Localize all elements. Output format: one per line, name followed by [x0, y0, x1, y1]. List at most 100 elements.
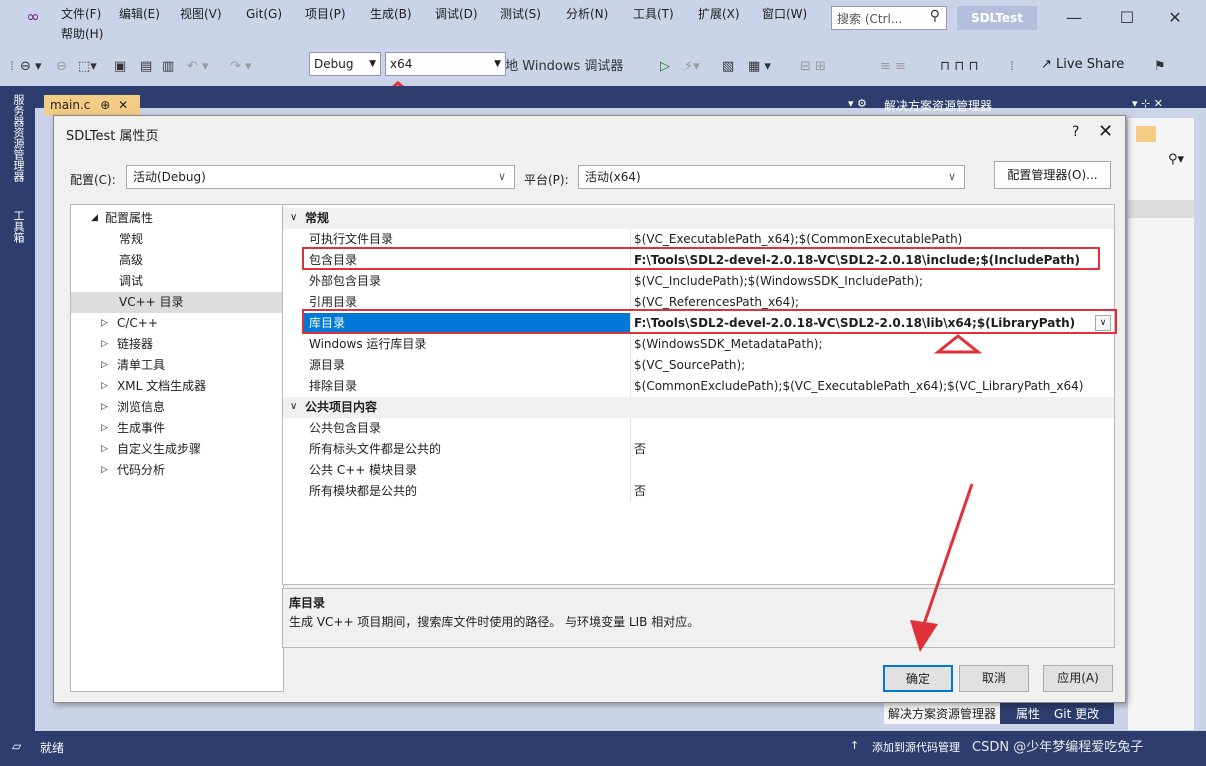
start-without-debug-icon[interactable]: ▷	[660, 59, 670, 75]
tool-icon-a[interactable]: ▧	[722, 59, 734, 75]
menu-build[interactable]: 生成(B)	[370, 6, 412, 22]
undo-icon[interactable]: ↶ ▾	[187, 59, 209, 75]
panel-pin-icon[interactable]: ▾ ⊹ ✕	[1132, 97, 1163, 110]
tree-item-vc-directories[interactable]: VC++ 目录	[71, 292, 283, 313]
prop-key: 公共 C++ 模块目录	[309, 463, 418, 477]
new-project-icon[interactable]: ⬚▾	[78, 59, 97, 75]
prop-key: 排除目录	[309, 379, 358, 393]
config-manager-button[interactable]: 配置管理器(O)...	[994, 161, 1111, 189]
prop-row[interactable]: 源目录 $(VC_SourcePath);	[283, 355, 1114, 376]
bookmark-icon[interactable]: ⊓ ⊓ ⊓	[940, 59, 979, 75]
prop-row[interactable]: 公共 C++ 模块目录	[283, 460, 1114, 481]
tree-item-config-props[interactable]: ◢ 配置属性	[71, 208, 283, 229]
menu-help[interactable]: 帮助(H)	[61, 26, 103, 42]
tree-item-advanced[interactable]: 高级	[71, 250, 283, 271]
toolbar: ⁞ ⊖ ▾ ⊖ ⬚▾ ▣ ▤ ▥ ↶ ▾ ↷ ▾ ▶ 本地 Windows 调试…	[0, 46, 1206, 86]
comment-icon[interactable]: ≡ ≡	[880, 59, 906, 75]
tree-item-debugging[interactable]: 调试	[71, 271, 283, 292]
tree-item-c-cpp[interactable]: ▷ C/C++	[71, 313, 283, 334]
prop-row[interactable]: 排除目录 $(CommonExcludePath);$(VC_Executable…	[283, 376, 1114, 397]
menu-debug[interactable]: 调试(D)	[435, 6, 478, 22]
tree-item-custom-build[interactable]: ▷ 自定义生成步骤	[71, 439, 283, 460]
tree-item-manifest[interactable]: ▷ 清单工具	[71, 355, 283, 376]
redo-icon[interactable]: ↷ ▾	[230, 59, 252, 75]
overflow-icon[interactable]: ⁞	[1010, 59, 1014, 75]
panel-menu-icon[interactable]: ▾ ⚙	[848, 97, 867, 110]
tree-item-label: VC++ 目录	[119, 295, 184, 309]
forward-icon[interactable]: ⊖	[56, 59, 67, 75]
ok-button[interactable]: 确定	[883, 665, 953, 692]
tree-item-general[interactable]: 常规	[71, 229, 283, 250]
expand-icon: ▷	[101, 465, 108, 475]
menu-window[interactable]: 窗口(W)	[762, 6, 807, 22]
minimize-icon[interactable]: —	[1059, 8, 1089, 28]
tree-item-code-analysis[interactable]: ▷ 代码分析	[71, 460, 283, 481]
prop-value: 否	[634, 442, 647, 456]
prop-row[interactable]: 公共包含目录	[283, 418, 1114, 439]
help-icon[interactable]: ?	[1072, 124, 1079, 140]
close-icon[interactable]: ✕	[1160, 8, 1190, 28]
live-share-button[interactable]: ↗ Live Share	[1041, 57, 1124, 72]
tab-properties[interactable]: 属性	[1016, 705, 1040, 722]
open-icon[interactable]: ▣	[114, 59, 126, 75]
prop-row[interactable]: 外部包含目录 $(VC_IncludePath);$(WindowsSDK_Inc…	[283, 271, 1114, 292]
prop-value: $(WindowsSDK_MetadataPath);	[634, 337, 823, 351]
config-dropdown[interactable]: 活动(Debug) ∨	[126, 165, 515, 189]
apply-button[interactable]: 应用(A)	[1043, 665, 1113, 692]
menu-project[interactable]: 项目(P)	[305, 6, 346, 22]
tab-git-changes[interactable]: Git 更改	[1054, 705, 1099, 722]
description-pane: 库目录 生成 VC++ 项目期间，搜索库文件时使用的路径。 与环境变量 LIB …	[282, 588, 1115, 648]
platform-select[interactable]: x64 ▼	[385, 52, 506, 76]
menu-extensions[interactable]: 扩展(X)	[698, 6, 740, 22]
tree-item-browse-info[interactable]: ▷ 浏览信息	[71, 397, 283, 418]
prop-row[interactable]: Windows 运行库目录 $(WindowsSDK_MetadataPath);	[283, 334, 1114, 355]
prop-key: 外部包含目录	[309, 274, 382, 288]
menu-edit[interactable]: 编辑(E)	[119, 6, 160, 22]
expand-icon: ▷	[101, 402, 108, 412]
tab-close-icon[interactable]: ✕	[118, 98, 128, 112]
panel-toolbar-icon[interactable]	[1136, 126, 1156, 142]
prop-key: 源目录	[309, 358, 346, 372]
tab-label: main.c	[50, 98, 91, 112]
panel-search-icon[interactable]: ⚲▾	[1168, 152, 1184, 167]
description-title: 库目录	[289, 596, 326, 610]
section-public[interactable]: ∨ 公共项目内容	[283, 397, 1114, 418]
dialog-close-icon[interactable]: ✕	[1098, 121, 1113, 142]
tool-icon-c[interactable]: ⊟ ⊞	[800, 59, 826, 75]
server-explorer-tab[interactable]: 服务器资源管理器	[11, 94, 25, 182]
back-icon[interactable]: ⊖ ▾	[20, 59, 42, 75]
save-icon[interactable]: ▤	[140, 59, 152, 75]
save-all-icon[interactable]: ▥	[162, 59, 174, 75]
tree-item-xml-doc[interactable]: ▷ XML 文档生成器	[71, 376, 283, 397]
config-select[interactable]: Debug ▼	[309, 52, 381, 76]
tree-item-linker[interactable]: ▷ 链接器	[71, 334, 283, 355]
tool-icon-b[interactable]: ▦ ▾	[748, 59, 771, 75]
annotation-triangle-icon	[934, 334, 982, 354]
hot-reload-icon[interactable]: ⚡▾	[684, 59, 700, 75]
menu-analyze[interactable]: 分析(N)	[566, 6, 608, 22]
menu-tools[interactable]: 工具(T)	[633, 6, 674, 22]
tree-item-label: 生成事件	[117, 421, 166, 435]
feedback-icon[interactable]: ⚑	[1154, 59, 1166, 75]
add-to-source-control[interactable]: 添加到源代码管理	[872, 739, 960, 755]
expand-icon: ▷	[101, 444, 108, 454]
cancel-button[interactable]: 取消	[959, 665, 1029, 692]
tree-item-build-events[interactable]: ▷ 生成事件	[71, 418, 283, 439]
tab-solution-explorer[interactable]: 解决方案资源管理器	[884, 702, 1001, 724]
search-input[interactable]: 搜索 (Ctrl... ⚲	[831, 6, 947, 30]
platform-dropdown[interactable]: 活动(x64) ∨	[578, 165, 965, 189]
menu-view[interactable]: 视图(V)	[180, 6, 222, 22]
prop-row[interactable]: 所有标头文件都是公共的 否	[283, 439, 1114, 460]
maximize-icon[interactable]: ☐	[1112, 8, 1142, 28]
prop-key: Windows 运行库目录	[309, 337, 427, 351]
section-general[interactable]: ∨ 常规	[283, 208, 1114, 229]
menu-file[interactable]: 文件(F)	[61, 6, 101, 22]
menu-test[interactable]: 测试(S)	[500, 6, 541, 22]
expand-icon: ▷	[101, 381, 108, 391]
pin-icon[interactable]: ⊕	[100, 98, 110, 112]
tab-main-c[interactable]: main.c ⊕ ✕	[44, 95, 140, 115]
watermark: CSDN @少年梦编程爱吃兔子	[972, 740, 1144, 755]
dialog-title: SDLTest 属性页	[66, 129, 159, 144]
toolbox-tab[interactable]: 工具箱	[11, 210, 25, 243]
menu-git[interactable]: Git(G)	[246, 6, 282, 22]
